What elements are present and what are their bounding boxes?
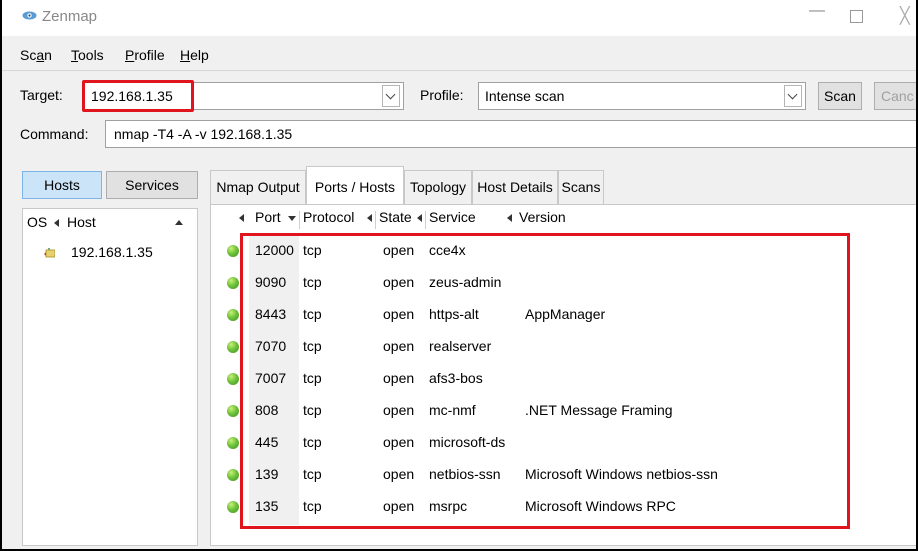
scan-button[interactable]: Scan <box>818 82 862 110</box>
host-name: 192.168.1.35 <box>71 244 153 260</box>
target-label: Target: <box>20 87 63 103</box>
menu-profile[interactable]: Profile <box>125 47 165 63</box>
close-icon[interactable]: ╳ <box>900 6 910 26</box>
minimize-icon[interactable]: — <box>809 2 825 20</box>
column-divider <box>425 211 426 229</box>
tab-ports-hosts[interactable]: Ports / Hosts <box>306 166 404 206</box>
services-button[interactable]: Services <box>106 171 198 199</box>
host-row[interactable]: 192.168.1.35 <box>23 239 199 265</box>
sort-descending-icon <box>288 216 296 221</box>
window-title: Zenmap <box>42 8 98 25</box>
maximize-icon[interactable] <box>850 10 863 23</box>
column-divider <box>299 211 300 229</box>
col-protocol-header[interactable]: Protocol <box>303 209 354 225</box>
target-dropdown-chevron-down-icon[interactable] <box>382 85 400 107</box>
sort-left-icon <box>367 214 372 222</box>
col-service-header[interactable]: Service <box>429 209 476 225</box>
port-open-status-icon <box>227 309 239 321</box>
sort-left-icon <box>507 214 512 222</box>
port-open-status-icon <box>227 469 239 481</box>
tab-host-details[interactable]: Host Details <box>472 170 558 204</box>
port-open-status-icon <box>227 373 239 385</box>
menu-help[interactable]: Help <box>180 47 209 63</box>
zenmap-eye-icon <box>22 11 37 20</box>
col-port-header[interactable]: Port <box>255 209 281 225</box>
menu-tools[interactable]: Tools <box>71 47 104 63</box>
col-host-header[interactable]: Host <box>67 214 96 230</box>
col-os-header[interactable]: OS <box>27 214 60 230</box>
ports-highlight-box <box>240 233 850 529</box>
col-version-header[interactable]: Version <box>519 209 566 225</box>
menu-divider <box>2 70 916 71</box>
zenmap-window: Zenmap — ╳ Scan Tools Profile Help Targe… <box>0 0 918 551</box>
target-highlight-box <box>82 80 194 112</box>
col-state-header[interactable]: State <box>379 209 412 225</box>
tab-scans[interactable]: Scans <box>558 170 604 204</box>
port-open-status-icon <box>227 341 239 353</box>
profile-dropdown-chevron-down-icon[interactable] <box>784 85 802 107</box>
profile-value: Intense scan <box>485 88 565 104</box>
command-input[interactable]: nmap -T4 -A -v 192.168.1.35 <box>105 120 916 148</box>
profile-select[interactable]: Intense scan <box>478 82 806 110</box>
port-open-status-icon <box>227 405 239 417</box>
tab-topology[interactable]: Topology <box>404 170 472 204</box>
host-list-header: OS Host <box>23 209 199 235</box>
os-unknown-icon <box>44 248 55 258</box>
command-label: Command: <box>20 126 89 142</box>
menu-bar: Scan Tools Profile Help <box>2 44 916 66</box>
port-open-status-icon <box>227 277 239 289</box>
port-open-status-icon <box>227 501 239 513</box>
port-open-status-icon <box>227 245 239 257</box>
column-divider <box>375 211 376 229</box>
sort-left-icon <box>417 214 422 222</box>
sort-left-icon <box>54 219 60 227</box>
menu-scan[interactable]: Scan <box>20 47 52 63</box>
hosts-button[interactable]: Hosts <box>22 171 102 199</box>
title-bar: Zenmap — ╳ <box>2 0 916 36</box>
host-list: OS Host 192.168.1.35 <box>22 208 198 546</box>
cancel-button[interactable]: Canc <box>874 82 916 110</box>
tab-nmap-output[interactable]: Nmap Output <box>210 170 306 204</box>
port-open-status-icon <box>227 437 239 449</box>
sort-ascending-icon[interactable] <box>175 220 183 225</box>
command-value: nmap -T4 -A -v 192.168.1.35 <box>114 126 293 142</box>
profile-label: Profile: <box>420 87 464 103</box>
sort-left-icon <box>239 214 244 222</box>
